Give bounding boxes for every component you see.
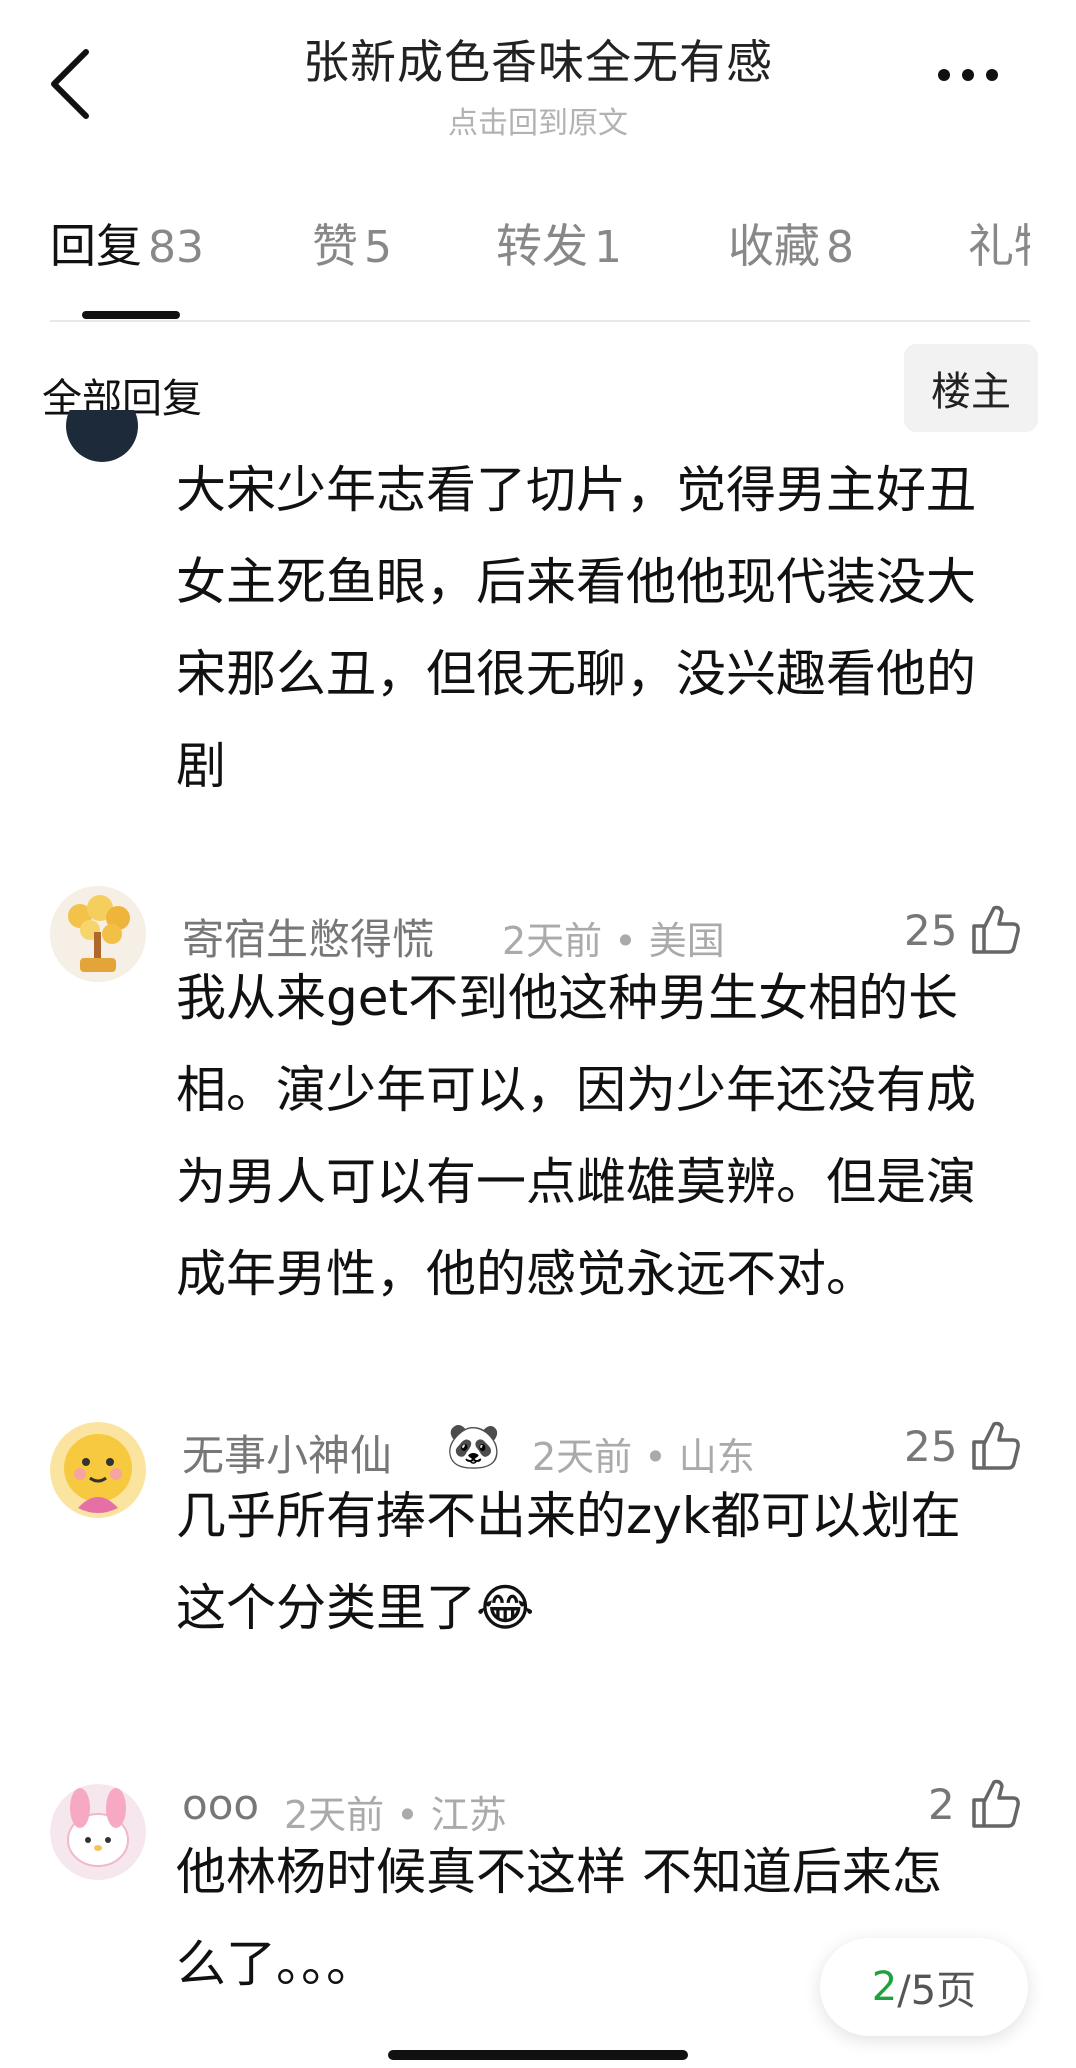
avatar[interactable] xyxy=(50,886,146,982)
tab-divider xyxy=(50,320,1030,322)
tab-label: 回复 xyxy=(50,219,142,273)
tab-label: 赞 xyxy=(312,219,358,273)
comment-line: 为男人可以有一点雌雄莫辨。但是演 xyxy=(176,1153,976,1211)
tab-count: 5 xyxy=(364,222,392,273)
comment-line: 相。演少年可以，因为少年还没有成 xyxy=(176,1061,976,1119)
bunny-avatar-icon xyxy=(50,1784,146,1880)
tab-label: 收藏 xyxy=(728,219,820,273)
thumbs-up-icon[interactable] xyxy=(970,1418,1020,1472)
comment-line: 我从来get不到他这种男生女相的长 xyxy=(176,969,959,1027)
home-indicator xyxy=(388,2050,688,2060)
tab-favorites[interactable]: 收藏 8 xyxy=(728,210,854,276)
comment-body: 大宋少年志看了切片，觉得男主好丑 女主死鱼眼，后来看他他现代装没大 宋那么丑，但… xyxy=(176,444,1036,812)
tab-replies[interactable]: 回复 83 xyxy=(50,210,204,276)
total-pages: /5页 xyxy=(897,1968,977,2014)
tab-reposts[interactable]: 转发 1 xyxy=(496,210,622,276)
comment-line: 这个分类里了😂 xyxy=(176,1579,535,1637)
tab-label: 礼物 xyxy=(968,219,1030,273)
comment-line: 成年男性，他的感觉永远不对。 xyxy=(176,1245,876,1303)
like-count: 25 xyxy=(904,906,958,955)
tab-count: 1 xyxy=(594,222,622,273)
active-tab-indicator xyxy=(82,311,180,319)
back-to-original-link[interactable]: 点击回到原文 xyxy=(0,98,1076,142)
golden-tree-avatar-icon xyxy=(50,886,146,982)
comment-body: 几乎所有捧不出来的zyk都可以划在 这个分类里了😂 xyxy=(176,1470,1036,1654)
tab-bar: 回复83 赞5 转发1 收藏8 礼物 xyxy=(50,210,1030,310)
comment-line: 女主死鱼眼，后来看他他现代装没大 xyxy=(176,553,976,611)
comment-line: 剧 xyxy=(176,737,226,795)
page-indicator[interactable]: 2/5页 xyxy=(820,1938,1028,2036)
comment-line: 几乎所有捧不出来的zyk都可以划在 xyxy=(176,1487,961,1545)
comment-body: 我从来get不到他这种男生女相的长 相。演少年可以，因为少年还没有成 为男人可以… xyxy=(176,952,1036,1320)
tab-likes[interactable]: 赞5 xyxy=(312,210,392,276)
avatar[interactable] xyxy=(50,1784,146,1880)
tab-label: 转发 xyxy=(496,219,588,273)
avatar[interactable] xyxy=(50,1422,146,1518)
thumbs-up-icon[interactable] xyxy=(970,902,1020,956)
emoji-face-avatar-icon xyxy=(50,1422,146,1518)
page-title: 张新成色香味全无有感 xyxy=(303,35,773,89)
comment-line: 他林杨时候真不这样 不知道后来怎 xyxy=(176,1843,942,1901)
more-options-icon[interactable] xyxy=(938,60,1018,90)
owner-only-button[interactable]: 楼主 xyxy=(904,344,1038,432)
tab-count: 8 xyxy=(826,222,854,273)
tab-gifts[interactable]: 礼物 xyxy=(968,210,1030,276)
comment-line: 宋那么丑，但很无聊，没兴趣看他的 xyxy=(176,645,976,703)
avatar[interactable] xyxy=(66,410,138,462)
current-page: 2 xyxy=(871,1964,898,2010)
thumbs-up-icon[interactable] xyxy=(970,1776,1020,1830)
like-count: 25 xyxy=(904,1422,958,1471)
username[interactable]: ooo xyxy=(182,1780,259,1829)
tab-count: 83 xyxy=(148,222,204,273)
comment-line: 大宋少年志看了切片，觉得男主好丑 xyxy=(176,461,976,519)
panda-badge-icon: 🐼 xyxy=(446,1421,501,1472)
like-count: 2 xyxy=(928,1780,955,1829)
